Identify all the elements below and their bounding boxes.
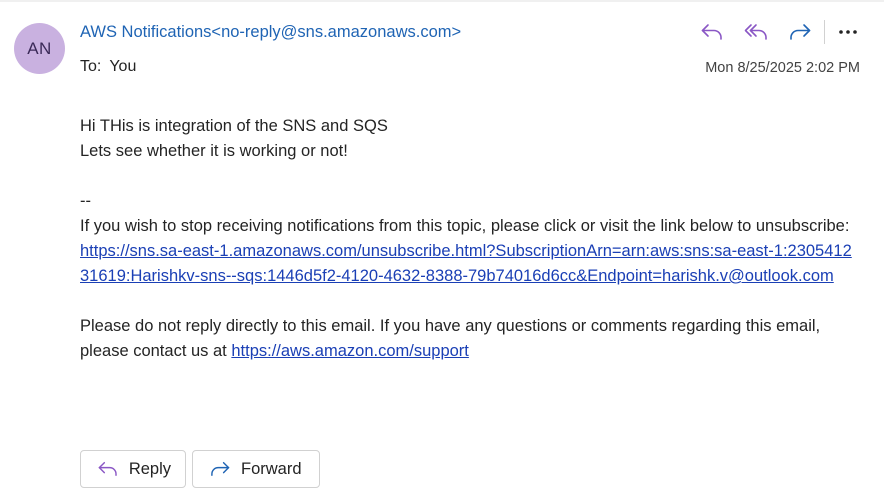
reply-icon[interactable] xyxy=(698,18,726,46)
reply-all-icon[interactable] xyxy=(742,18,770,46)
forward-icon xyxy=(211,461,230,477)
forward-icon[interactable] xyxy=(786,18,814,46)
body-line-1: Hi THis is integration of the SNS and SQ… xyxy=(80,117,388,135)
forward-button[interactable]: Forward xyxy=(192,450,320,488)
reply-button[interactable]: Reply xyxy=(80,450,186,488)
recipient-line: To: You xyxy=(80,58,136,76)
toolbar-divider xyxy=(824,20,825,44)
signature-separator: -- xyxy=(80,192,91,210)
quick-actions: Reply Forward xyxy=(80,450,320,488)
top-border xyxy=(0,0,884,2)
unsubscribe-text: If you wish to stop receiving notificati… xyxy=(80,217,850,235)
forward-button-label: Forward xyxy=(241,459,302,478)
reply-button-label: Reply xyxy=(128,459,171,478)
sender-name[interactable]: AWS Notifications<no-reply@sns.amazonaws… xyxy=(80,23,461,42)
to-label: To: xyxy=(80,58,102,75)
unsubscribe-link[interactable]: https://sns.sa-east-1.amazonaws.com/unsu… xyxy=(80,242,852,285)
recipient-name[interactable]: You xyxy=(109,58,136,75)
received-date: Mon 8/25/2025 2:02 PM xyxy=(705,60,860,76)
support-link[interactable]: https://aws.amazon.com/support xyxy=(231,342,469,360)
avatar-initials: AN xyxy=(27,38,52,58)
body-line-2: Lets see whether it is working or not! xyxy=(80,142,348,160)
message-body: Hi THis is integration of the SNS and SQ… xyxy=(80,114,855,364)
footer-text: Please do not reply directly to this ema… xyxy=(80,314,855,364)
message-actions xyxy=(698,18,862,46)
avatar[interactable]: AN xyxy=(14,23,65,74)
reply-icon xyxy=(98,461,117,477)
more-options-icon[interactable] xyxy=(834,18,862,46)
